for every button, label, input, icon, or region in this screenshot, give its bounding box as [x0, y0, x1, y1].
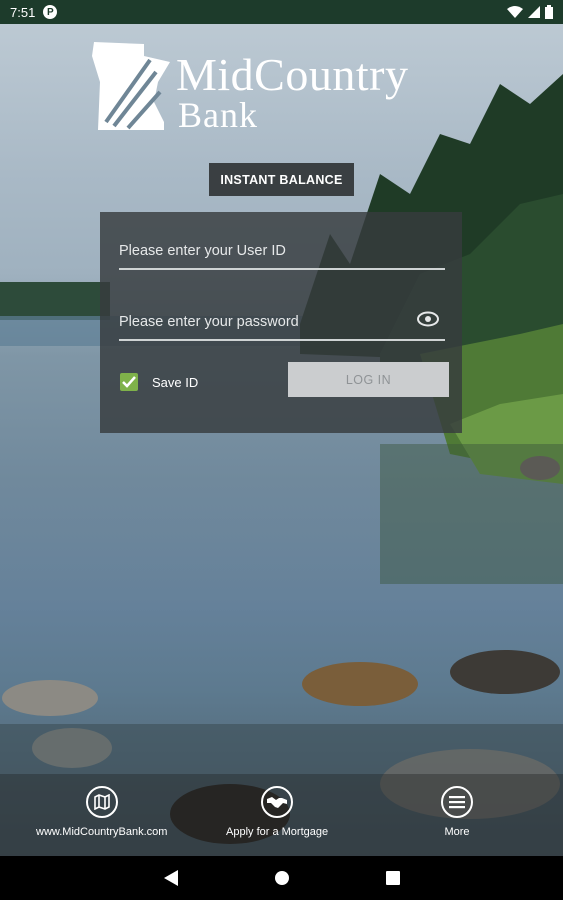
bottom-action-bar: www.MidCountryBank.com Apply for a Mortg…: [0, 774, 563, 856]
website-icon-circle: [85, 786, 118, 818]
menu-icon: [449, 796, 465, 809]
checkmark-icon: [122, 376, 136, 388]
website-link[interactable]: www.MidCountryBank.com: [36, 786, 167, 838]
more-icon-circle: [441, 786, 473, 818]
user-id-field-wrapper: [119, 234, 445, 270]
more-label: More: [444, 826, 470, 838]
app-notification-icon: P: [43, 5, 58, 19]
recents-icon[interactable]: [385, 871, 400, 885]
mortgage-label: Apply for a Mortgage: [226, 826, 329, 838]
save-id-row: Save ID: [120, 373, 198, 391]
app-screen: 7:51 P MidCountry Bank INSTANT BALANCE P…: [0, 0, 563, 900]
wifi-icon: [507, 6, 523, 18]
instant-balance-button[interactable]: INSTANT BALANCE: [209, 163, 354, 196]
user-id-input[interactable]: [119, 234, 445, 270]
midcountry-bank-logo: MidCountry Bank: [92, 42, 472, 135]
show-password-eye-icon[interactable]: [417, 311, 439, 327]
back-icon[interactable]: [163, 870, 178, 886]
mortgage-icon-circle: [261, 786, 294, 818]
status-time: 7:51: [10, 4, 36, 20]
apply-mortgage-link[interactable]: Apply for a Mortgage: [226, 786, 328, 838]
website-label: www.MidCountryBank.com: [36, 826, 168, 838]
save-id-label: Save ID: [152, 374, 199, 390]
login-button[interactable]: LOG IN: [288, 362, 449, 397]
navigation-bar: [0, 856, 563, 900]
home-icon[interactable]: [274, 870, 290, 886]
login-panel: Save ID LOG IN: [100, 212, 462, 433]
save-id-checkbox[interactable]: [120, 373, 138, 391]
password-input[interactable]: [119, 305, 445, 341]
more-menu[interactable]: More: [441, 786, 473, 838]
map-icon: [93, 794, 110, 810]
handshake-icon: [267, 797, 288, 808]
status-bar: 7:51 P: [0, 0, 563, 24]
minnesota-state-icon: [92, 42, 170, 130]
password-field-wrapper: [119, 305, 445, 341]
logo-text-line2: Bank: [178, 95, 258, 135]
background-lake-image: [0, 24, 563, 856]
battery-icon: [545, 5, 553, 19]
signal-icon: [528, 6, 540, 18]
